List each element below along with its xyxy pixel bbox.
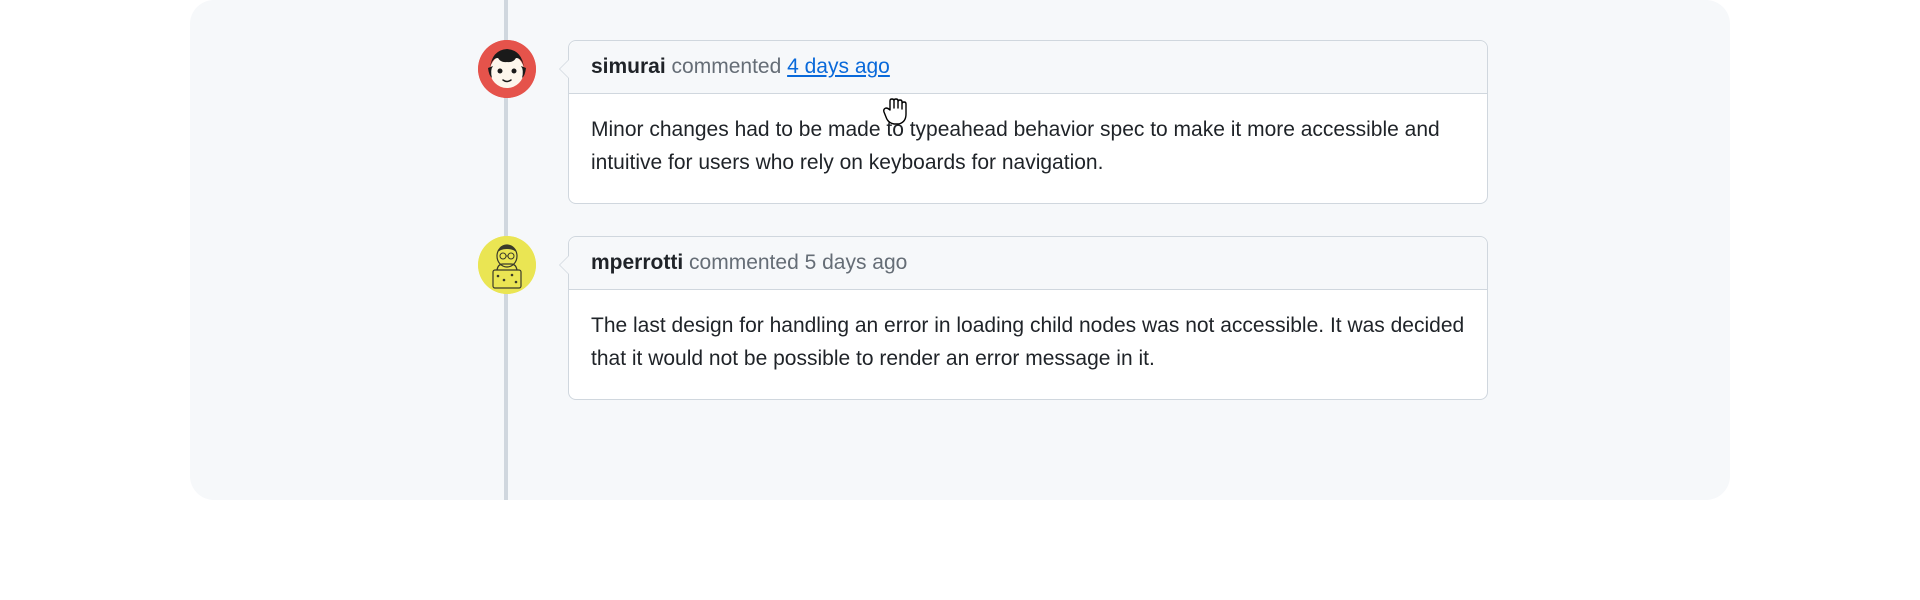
comment-body: Minor changes had to be made to typeahea… (569, 94, 1487, 203)
comment-header: simurai commented 4 days ago (569, 41, 1487, 94)
comment-author[interactable]: mperrotti (591, 251, 683, 274)
comment-box: simurai commented 4 days ago Minor chang… (568, 40, 1488, 204)
comment-author[interactable]: simurai (591, 55, 666, 78)
avatar-illustration-icon (478, 236, 536, 294)
comment-item: mperrotti commented 5 days ago The last … (478, 236, 1488, 400)
comment-action-text: commented (672, 55, 782, 78)
comment-header: mperrotti commented 5 days ago (569, 237, 1487, 290)
comment-item: simurai commented 4 days ago Minor chang… (478, 40, 1488, 204)
avatar-illustration-icon (478, 40, 536, 98)
comments-container: simurai commented 4 days ago Minor chang… (478, 40, 1488, 432)
comment-arrow-icon (559, 59, 569, 79)
comment-action-text: commented (689, 251, 799, 274)
avatar[interactable] (478, 236, 536, 294)
comment-arrow-icon (559, 255, 569, 275)
comment-timestamp[interactable]: 5 days ago (805, 251, 908, 274)
cursor-hand-icon (882, 96, 908, 126)
avatar[interactable] (478, 40, 536, 98)
comment-body: The last design for handling an error in… (569, 290, 1487, 399)
comment-box: mperrotti commented 5 days ago The last … (568, 236, 1488, 400)
comment-timestamp-link[interactable]: 4 days ago (787, 55, 890, 78)
timeline-canvas: simurai commented 4 days ago Minor chang… (190, 0, 1730, 500)
